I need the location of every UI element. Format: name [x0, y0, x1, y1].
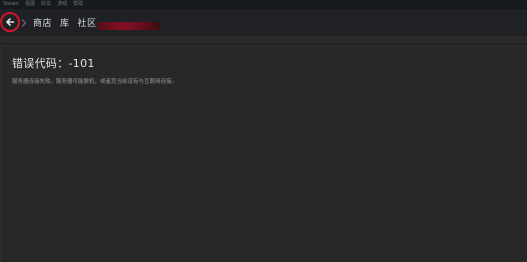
- steam-window: Steam 视图 好友 游戏 帮助 商店 库 社区 错误代码：-101 服务器连…: [0, 0, 527, 262]
- tab-community[interactable]: 社区: [78, 16, 97, 29]
- redacted-username: [98, 22, 160, 30]
- menu-item-games[interactable]: 游戏: [57, 0, 67, 9]
- error-code-title: 错误代码：-101: [12, 57, 95, 70]
- menu-item-help[interactable]: 帮助: [73, 0, 83, 9]
- menu-item-steam[interactable]: Steam: [3, 0, 19, 9]
- tab-store[interactable]: 商店: [33, 16, 52, 29]
- nav-tabs: 商店 库 社区: [33, 9, 105, 36]
- error-message: 服务器连接失败。服务器可能脱机，或者您当前没有与互联网连接。: [12, 79, 178, 85]
- back-button[interactable]: [0, 12, 20, 32]
- menu-item-friends[interactable]: 好友: [41, 0, 51, 9]
- forward-button[interactable]: [21, 19, 27, 27]
- navigation-bar: 商店 库 社区: [0, 9, 527, 36]
- nav-divider: [0, 36, 527, 44]
- tab-library[interactable]: 库: [60, 16, 70, 29]
- menu-item-view[interactable]: 视图: [25, 0, 35, 9]
- arrow-left-icon: [6, 18, 15, 26]
- menu-bar: Steam 视图 好友 游戏 帮助: [0, 0, 527, 9]
